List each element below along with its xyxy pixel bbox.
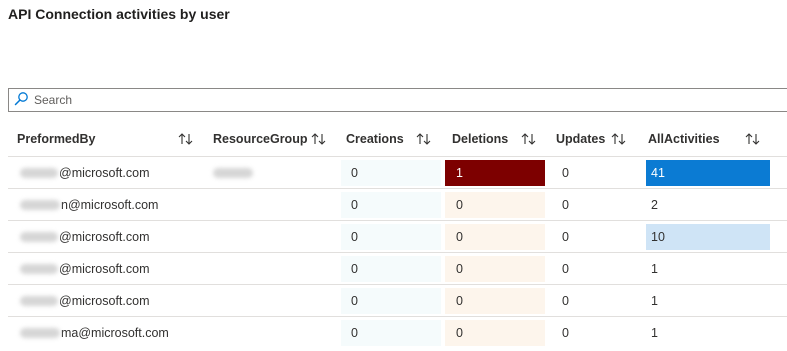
sort-updown-icon[interactable]: [520, 131, 538, 147]
user-cell: @microsoft.com: [20, 157, 149, 188]
sort-updown-icon[interactable]: [415, 131, 433, 147]
deletions-value: 0: [456, 229, 463, 244]
updates-value: 0: [562, 165, 569, 180]
column-label: AllActivities: [648, 132, 720, 146]
user-cell: @microsoft.com: [20, 253, 149, 284]
search-icon: [14, 92, 28, 106]
deletions-value: 0: [456, 197, 463, 212]
all-activities-value: 10: [651, 229, 665, 244]
deletions-value: 0: [456, 293, 463, 308]
updates-value: 0: [562, 293, 569, 308]
table-row[interactable]: @microsoft.com 0 0 0 1: [8, 284, 787, 316]
sort-updown-icon[interactable]: [744, 131, 762, 147]
redacted-text: [20, 327, 60, 338]
redacted-text: [20, 231, 58, 242]
sort-updown-icon[interactable]: [310, 131, 328, 147]
column-header-all-activities[interactable]: AllActivities: [648, 122, 720, 156]
user-cell: ma@microsoft.com: [20, 317, 169, 348]
creations-value: 0: [351, 229, 358, 244]
table-row[interactable]: ma@microsoft.com 0 0 0 1: [8, 316, 787, 348]
all-activities-value: 2: [651, 197, 658, 212]
creations-value: 0: [351, 325, 358, 340]
redacted-text: [20, 295, 58, 306]
user-email: ma@microsoft.com: [61, 325, 169, 340]
updates-value: 0: [562, 197, 569, 212]
user-cell: @microsoft.com: [20, 285, 149, 316]
table-row[interactable]: @microsoft.com 0 0 0 1: [8, 252, 787, 284]
sort-updown-icon[interactable]: [177, 131, 195, 147]
creations-value: 0: [351, 197, 358, 212]
user-email: @microsoft.com: [59, 261, 150, 276]
user-email: @microsoft.com: [59, 165, 150, 180]
column-label: Updates: [556, 132, 606, 146]
column-label: PreformedBy: [17, 132, 96, 146]
redacted-text: [20, 263, 58, 274]
user-cell: @microsoft.com: [20, 221, 149, 252]
resource-group-cell: [213, 157, 254, 188]
column-header-creations[interactable]: Creations: [346, 122, 404, 156]
sort-updown-icon[interactable]: [610, 131, 628, 147]
updates-value: 0: [562, 229, 569, 244]
search-input[interactable]: [33, 90, 733, 110]
column-header-deletions[interactable]: Deletions: [452, 122, 508, 156]
updates-value: 0: [562, 325, 569, 340]
all-activities-value: 1: [651, 293, 658, 308]
column-header-resource-group[interactable]: ResourceGroup: [213, 122, 307, 156]
deletions-value: 1: [456, 165, 463, 180]
page-title: API Connection activities by user: [8, 6, 230, 22]
creations-value: 0: [351, 261, 358, 276]
redacted-text: [213, 167, 253, 178]
column-label: Creations: [346, 132, 404, 146]
column-label: Deletions: [452, 132, 509, 146]
creations-value: 0: [351, 165, 358, 180]
search-box[interactable]: [8, 88, 787, 112]
user-cell: n@microsoft.com: [20, 189, 158, 220]
user-email: @microsoft.com: [59, 293, 150, 308]
user-email: @microsoft.com: [59, 229, 150, 244]
all-activities-value: 41: [651, 165, 665, 180]
deletions-value: 0: [456, 325, 463, 340]
creations-value: 0: [351, 293, 358, 308]
all-activities-value: 1: [651, 261, 658, 276]
column-header-preformed-by[interactable]: PreformedBy: [17, 122, 96, 156]
updates-value: 0: [562, 261, 569, 276]
redacted-text: [20, 167, 58, 178]
table-row[interactable]: @microsoft.com 0 1 0 41: [8, 156, 787, 188]
column-header-updates[interactable]: Updates: [556, 122, 605, 156]
all-activities-value: 1: [651, 325, 658, 340]
table-row[interactable]: n@microsoft.com 0 0 0 2: [8, 188, 787, 220]
table-row[interactable]: @microsoft.com 0 0 0 10: [8, 220, 787, 252]
redacted-text: [20, 199, 60, 210]
deletions-value: 0: [456, 261, 463, 276]
user-email: n@microsoft.com: [61, 197, 159, 212]
column-label: ResourceGroup: [213, 132, 308, 146]
